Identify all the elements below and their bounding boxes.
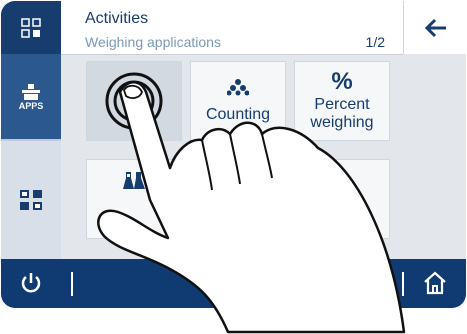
pointing-hand-illustration (97, 81, 406, 334)
